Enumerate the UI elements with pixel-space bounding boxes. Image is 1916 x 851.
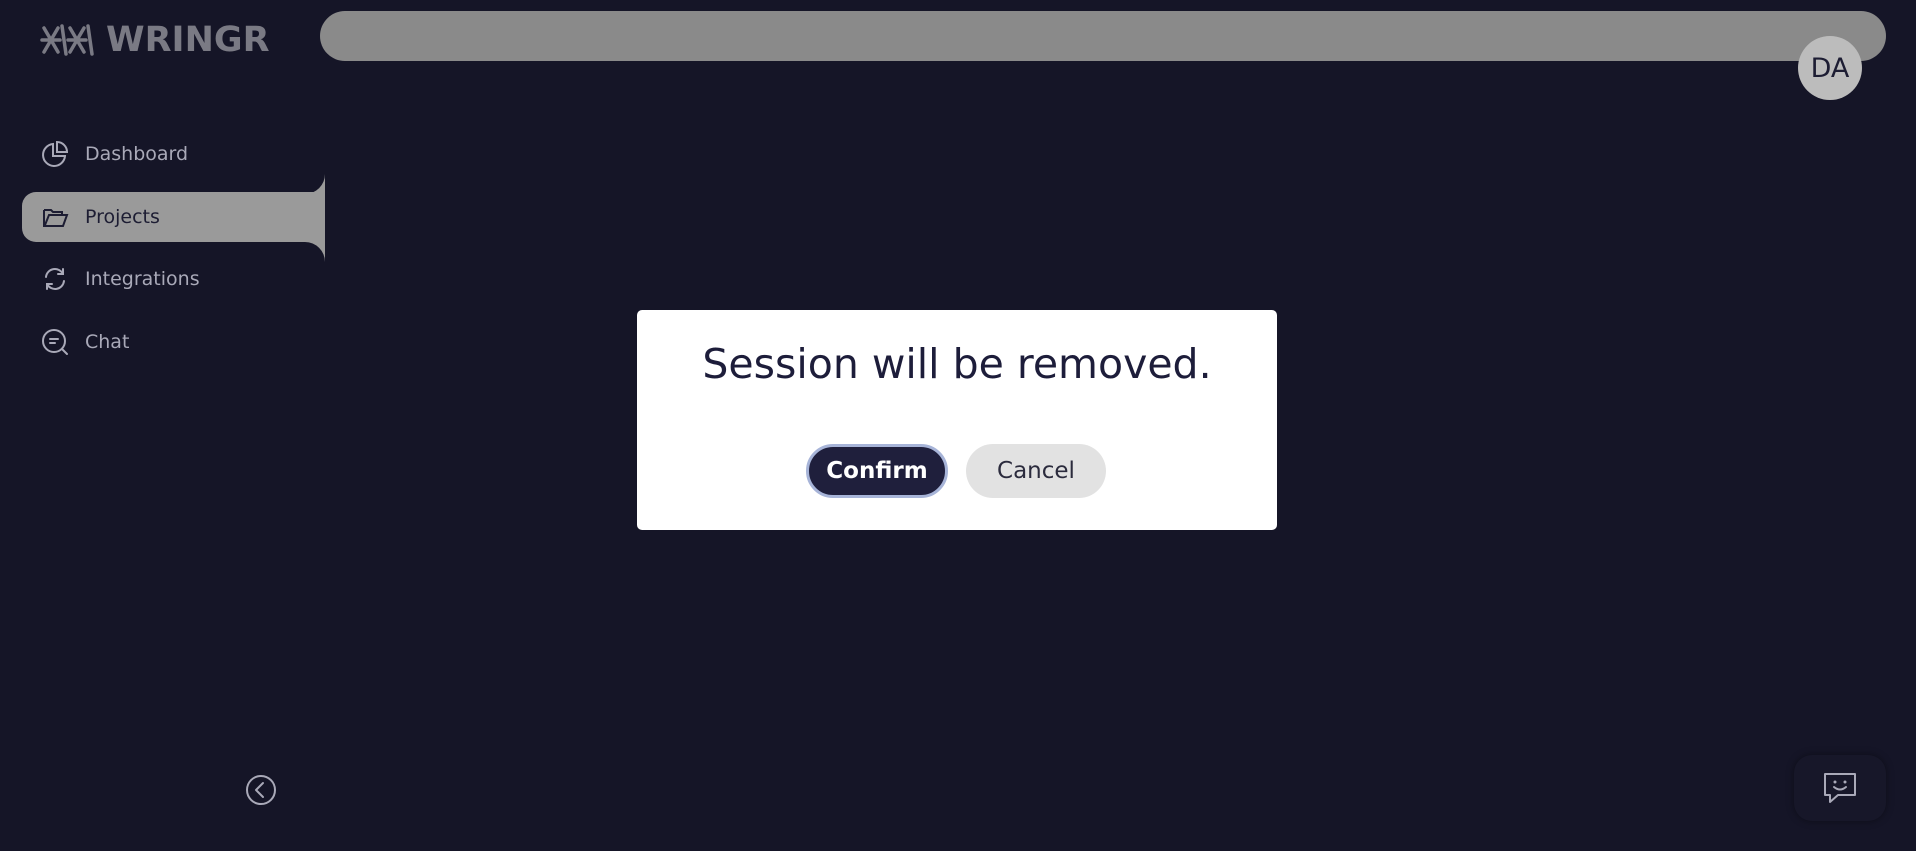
logo-text: WRINGR: [106, 20, 270, 60]
sidebar-item-integrations[interactable]: Integrations: [22, 254, 325, 304]
sidebar-item-label: Dashboard: [85, 143, 189, 165]
sidebar-item-label: Integrations: [85, 268, 200, 290]
cancel-button[interactable]: Cancel: [966, 444, 1106, 498]
chat-search-icon: [40, 327, 70, 357]
confirm-dialog: Session will be removed. Confirm Cancel: [637, 310, 1277, 530]
support-chat-button[interactable]: [1794, 755, 1886, 821]
active-tab-curve-top: [305, 174, 325, 194]
pie-chart-icon: [40, 139, 70, 169]
avatar-initials: DA: [1810, 52, 1850, 84]
collapse-sidebar-icon[interactable]: [245, 774, 277, 806]
chat-bot-icon: [1824, 773, 1856, 803]
user-avatar[interactable]: DA: [1798, 36, 1862, 100]
sidebar-item-label: Projects: [85, 206, 160, 228]
refresh-icon: [40, 264, 70, 294]
app-root: WRINGR DA Dashboard Projects Integration…: [0, 0, 1916, 851]
sidebar-item-projects[interactable]: Projects: [22, 192, 325, 242]
brand-logo[interactable]: WRINGR: [40, 18, 270, 62]
folder-open-icon: [40, 202, 70, 232]
sidebar-item-dashboard[interactable]: Dashboard: [22, 129, 325, 179]
logo-icon: [40, 24, 94, 56]
top-search-bar[interactable]: [320, 11, 1886, 61]
dialog-title: Session will be removed.: [702, 340, 1212, 388]
sidebar-item-chat[interactable]: Chat: [22, 317, 325, 367]
sidebar-item-label: Chat: [85, 331, 130, 353]
confirm-button[interactable]: Confirm: [806, 444, 948, 498]
